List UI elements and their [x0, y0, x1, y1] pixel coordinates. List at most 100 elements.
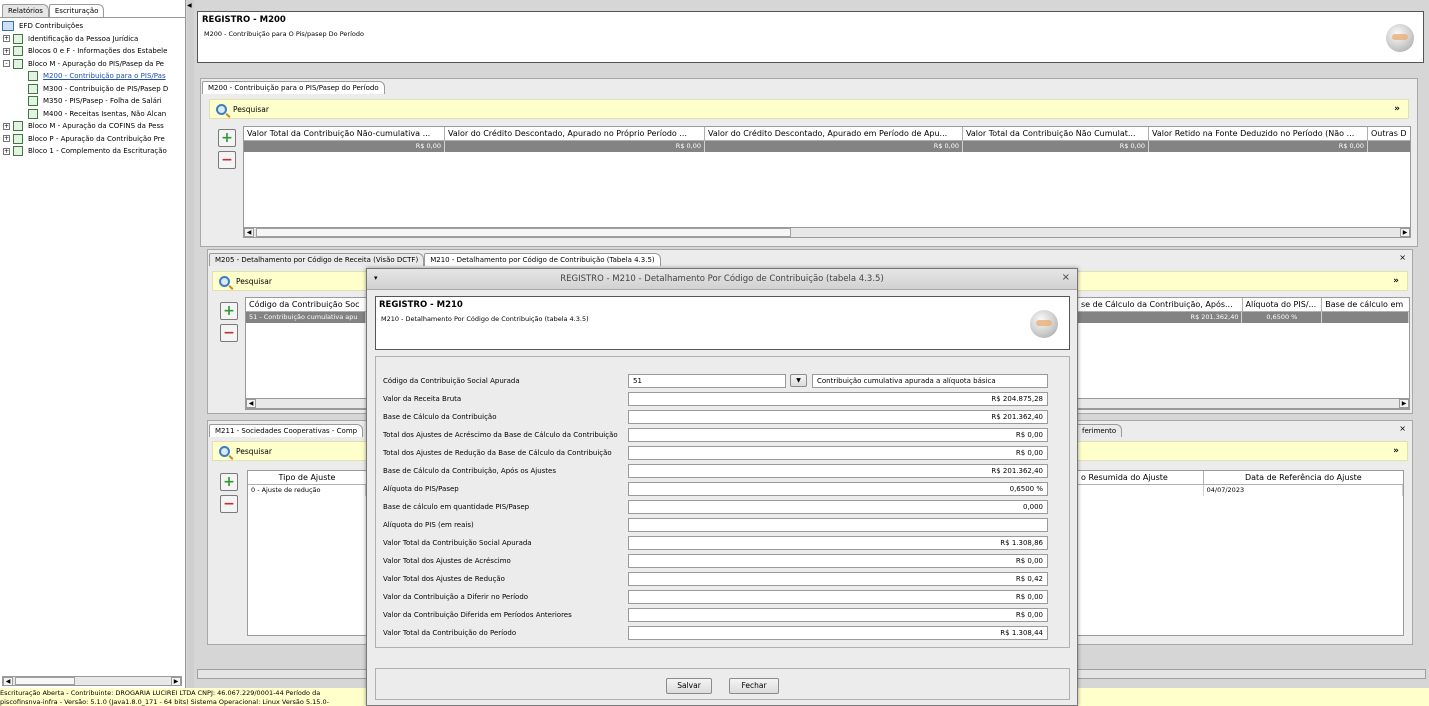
expand-icon[interactable]: + — [3, 135, 10, 142]
column-header[interactable]: Base de cálculo em — [1322, 298, 1409, 311]
table-icon — [28, 96, 38, 106]
splitter-arrow-icon[interactable]: ◀ — [187, 2, 192, 9]
field-label: Valor Total da Contribuição do Período — [383, 629, 517, 637]
field-input[interactable]: R$ 1.308,44 — [628, 626, 1048, 640]
codigo-input[interactable]: 51 — [628, 374, 786, 388]
add-button[interactable]: + — [220, 302, 238, 320]
tab-m210[interactable]: M210 - Detalhamento por Código de Contri… — [424, 253, 661, 266]
close-button[interactable]: Fechar — [729, 678, 779, 694]
add-button[interactable]: + — [220, 473, 238, 491]
splitter[interactable]: ◀ — [187, 0, 194, 688]
field-input[interactable]: R$ 0,00 — [628, 428, 1048, 442]
tab-m211-right[interactable]: ferimento — [1076, 424, 1123, 437]
field-input[interactable]: R$ 204.875,28 — [628, 392, 1048, 406]
tree-item[interactable]: M200 - Contribuição para o PIS/Pas — [2, 70, 184, 83]
close-icon[interactable]: × — [1399, 253, 1406, 262]
expand-icon[interactable]: + — [3, 122, 10, 130]
scroll-left-icon[interactable]: ◀ — [3, 677, 13, 686]
field-label: Base de Cálculo da Contribuição — [383, 413, 497, 421]
codigo-dropdown-button[interactable]: ▼ — [790, 374, 807, 387]
add-button[interactable]: + — [218, 129, 236, 147]
scroll-right-icon[interactable]: ▶ — [1400, 228, 1410, 237]
tree-item[interactable]: M300 - Contribuição de PIS/Pasep D — [2, 83, 184, 96]
table-row[interactable]: R$ 0,00 R$ 0,00 R$ 0,00 R$ 0,00 R$ 0,00 — [244, 141, 1410, 152]
dialog-header: REGISTRO - M210 M210 - Detalhamento Por … — [375, 296, 1070, 350]
field-input[interactable]: R$ 0,00 — [628, 554, 1048, 568]
close-icon[interactable]: × — [1399, 424, 1406, 433]
search-icon — [219, 445, 230, 457]
field-label: Valor da Contribuição a Diferir no Perío… — [383, 593, 529, 601]
tree-item[interactable]: M350 - PIS/Pasep - Folha de Salári — [2, 95, 184, 108]
tree-item[interactable]: + Bloco M - Apuração da COFINS da Pess — [2, 120, 184, 133]
field-input[interactable] — [628, 518, 1048, 532]
m200-hscroll[interactable]: ◀ ▶ — [243, 227, 1411, 238]
scroll-thumb[interactable] — [256, 228, 791, 237]
m200-grid-header: Valor Total da Contribuição Não-cumulati… — [244, 127, 1410, 141]
tree: EFD Contribuições + Identificação da Pess… — [2, 20, 184, 158]
scroll-left-icon[interactable]: ◀ — [246, 399, 256, 408]
tab-m205[interactable]: M205 - Detalhamento por Código de Receit… — [209, 253, 425, 266]
scroll-right-icon[interactable]: ▶ — [171, 677, 181, 686]
column-header[interactable]: Alíquota do PIS/... — [1243, 298, 1323, 311]
column-header[interactable]: se de Cálculo da Contribuição, Após... — [1078, 298, 1243, 311]
scroll-left-icon[interactable]: ◀ — [244, 228, 254, 237]
field-input[interactable]: R$ 0,42 — [628, 572, 1048, 586]
tree-item-label: Identificação da Pessoa Jurídica — [28, 34, 139, 43]
tree-item[interactable]: + Bloco 1 - Complemento da Escrituração — [2, 145, 184, 158]
tree-item[interactable]: + Identificação da Pessoa Jurídica — [2, 33, 184, 46]
column-header[interactable]: Valor Retido na Fonte Deduzido no Períod… — [1149, 127, 1368, 140]
table-row[interactable]: 51 - Contribuição cumulativa apu — [246, 312, 366, 323]
chevron-down-icon[interactable]: » — [1393, 446, 1399, 456]
chevron-down-icon[interactable]: » — [1393, 276, 1399, 286]
field-input[interactable]: 0,6500 % — [628, 482, 1048, 496]
column-header[interactable]: Código da Contribuição Soc — [246, 298, 366, 311]
chevron-down-icon[interactable]: » — [1394, 104, 1400, 114]
search-icon — [216, 103, 227, 115]
remove-button[interactable]: − — [220, 495, 238, 513]
tree-root[interactable]: EFD Contribuições — [2, 20, 184, 33]
status-line-2: piscofinsnva-infra - Versão: 5.1.0 (Java… — [0, 698, 329, 706]
column-header[interactable]: Data de Referência do Ajuste — [1204, 471, 1403, 484]
field-input[interactable]: R$ 201.362,40 — [628, 410, 1048, 424]
tree-item[interactable]: + Bloco P - Apuração da Contribuição Pre — [2, 133, 184, 146]
tab-escrituracao[interactable]: Escrituração — [48, 4, 105, 17]
left-panel: Relatórios Escrituração EFD Contribuiçõe… — [0, 0, 186, 688]
column-header[interactable]: Outras D — [1368, 127, 1410, 140]
column-header[interactable]: Valor do Crédito Descontado, Apurado no … — [445, 127, 705, 140]
m210-tabs: M205 - Detalhamento por Código de Receit… — [209, 253, 661, 266]
field-input[interactable]: R$ 0,00 — [628, 446, 1048, 460]
scroll-thumb[interactable] — [15, 677, 75, 685]
expand-icon[interactable]: + — [3, 147, 10, 155]
column-header[interactable]: Valor Total da Contribuição Não Cumulat.… — [963, 127, 1149, 140]
table-icon — [28, 83, 38, 94]
left-scrollbar[interactable]: ◀ ▶ — [2, 676, 182, 686]
scroll-right-icon[interactable]: ▶ — [1399, 399, 1409, 408]
tab-m211[interactable]: M211 - Sociedades Cooperativas - Comp — [209, 424, 364, 437]
tree-item[interactable]: + Blocos 0 e F - Informações dos Estabele — [2, 45, 184, 58]
table-row[interactable]: 0 - Ajuste de redução — [248, 485, 366, 496]
dialog-titlebar[interactable]: ▾ REGISTRO - M210 - Detalhamento Por Cód… — [367, 269, 1077, 290]
table-row[interactable]: 04/07/2023 — [1078, 485, 1403, 496]
m200-search-bar[interactable]: Pesquisar » — [209, 99, 1409, 119]
field-input[interactable]: R$ 1.308,86 — [628, 536, 1048, 550]
table-row[interactable]: R$ 201.362,40 0,6500 % — [1078, 312, 1409, 323]
save-button[interactable]: Salvar — [666, 678, 712, 694]
column-header[interactable]: Valor Total da Contribuição Não-cumulati… — [244, 127, 445, 140]
expand-icon[interactable]: + — [3, 35, 10, 42]
remove-button[interactable]: − — [218, 151, 236, 169]
column-header[interactable]: Tipo de Ajuste — [248, 471, 366, 484]
column-header[interactable]: Valor do Crédito Descontado, Apurado em … — [705, 127, 963, 140]
tree-item[interactable]: M400 - Receitas Isentas, Não Alcan — [2, 108, 184, 121]
expand-icon[interactable]: + — [3, 47, 10, 55]
tab-relatorios[interactable]: Relatórios — [2, 4, 49, 17]
tree-item[interactable]: - Bloco M - Apuração do PIS/Pasep da Pe — [2, 58, 184, 71]
remove-button[interactable]: − — [220, 324, 238, 342]
field-input[interactable]: 0,000 — [628, 500, 1048, 514]
tab-m200[interactable]: M200 - Contribuição para o PIS/Pasep do … — [202, 81, 385, 94]
field-input[interactable]: R$ 0,00 — [628, 608, 1048, 622]
dialog-close-icon[interactable]: × — [1062, 272, 1070, 283]
column-header[interactable]: o Resumida do Ajuste — [1078, 471, 1204, 484]
collapse-icon[interactable]: - — [3, 60, 10, 67]
field-input[interactable]: R$ 0,00 — [628, 590, 1048, 604]
field-input[interactable]: R$ 201.362,40 — [628, 464, 1048, 478]
